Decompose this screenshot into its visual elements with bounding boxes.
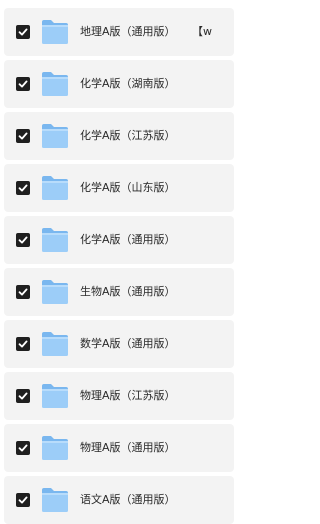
checkbox[interactable] [16, 77, 30, 91]
checkmark-icon [18, 392, 28, 400]
checkmark-icon [18, 496, 28, 504]
folder-icon [40, 278, 70, 306]
checkmark-icon [18, 340, 28, 348]
folder-name: 化学A版（通用版） [80, 233, 176, 246]
list-item-folder[interactable]: 语文A版（通用版） [4, 476, 234, 524]
list-item-folder[interactable]: 化学A版（通用版） [4, 216, 234, 264]
checkmark-icon [18, 236, 28, 244]
checkbox[interactable] [16, 25, 30, 39]
folder-name: 地理A版（通用版） [80, 25, 176, 38]
file-list: 地理A版（通用版） 【w 化学A版（湖南版） 化学A版（江苏版） 化学A版（山东… [0, 0, 234, 524]
folder-name: 数学A版（通用版） [80, 337, 176, 350]
checkbox[interactable] [16, 389, 30, 403]
list-item-folder[interactable]: 物理A版（江苏版） [4, 372, 234, 420]
checkbox[interactable] [16, 129, 30, 143]
folder-name: 物理A版（通用版） [80, 441, 176, 454]
folder-icon [40, 330, 70, 358]
folder-name-suffix: 【w [192, 25, 212, 38]
list-item-folder[interactable]: 化学A版（湖南版） [4, 60, 234, 108]
checkbox[interactable] [16, 181, 30, 195]
folder-icon [40, 434, 70, 462]
folder-icon [40, 486, 70, 514]
list-item-folder[interactable]: 生物A版（通用版） [4, 268, 234, 316]
checkmark-icon [18, 80, 28, 88]
checkmark-icon [18, 28, 28, 36]
list-item-folder[interactable]: 数学A版（通用版） [4, 320, 234, 368]
checkmark-icon [18, 132, 28, 140]
folder-name: 语文A版（通用版） [80, 493, 176, 506]
checkmark-icon [18, 184, 28, 192]
list-item-folder[interactable]: 化学A版（江苏版） [4, 112, 234, 160]
folder-icon [40, 18, 70, 46]
checkbox[interactable] [16, 493, 30, 507]
checkbox[interactable] [16, 285, 30, 299]
list-item-folder[interactable]: 物理A版（通用版） [4, 424, 234, 472]
folder-name: 物理A版（江苏版） [80, 389, 176, 402]
folder-icon [40, 382, 70, 410]
list-item-folder[interactable]: 化学A版（山东版） [4, 164, 234, 212]
folder-icon [40, 226, 70, 254]
checkbox[interactable] [16, 337, 30, 351]
folder-icon [40, 174, 70, 202]
folder-icon [40, 70, 70, 98]
folder-icon [40, 122, 70, 150]
list-item-folder[interactable]: 地理A版（通用版） 【w [4, 8, 234, 56]
folder-name: 化学A版（湖南版） [80, 77, 176, 90]
folder-name: 生物A版（通用版） [80, 285, 176, 298]
folder-name: 化学A版（山东版） [80, 181, 176, 194]
checkmark-icon [18, 444, 28, 452]
checkbox[interactable] [16, 441, 30, 455]
folder-name: 化学A版（江苏版） [80, 129, 176, 142]
checkmark-icon [18, 288, 28, 296]
checkbox[interactable] [16, 233, 30, 247]
